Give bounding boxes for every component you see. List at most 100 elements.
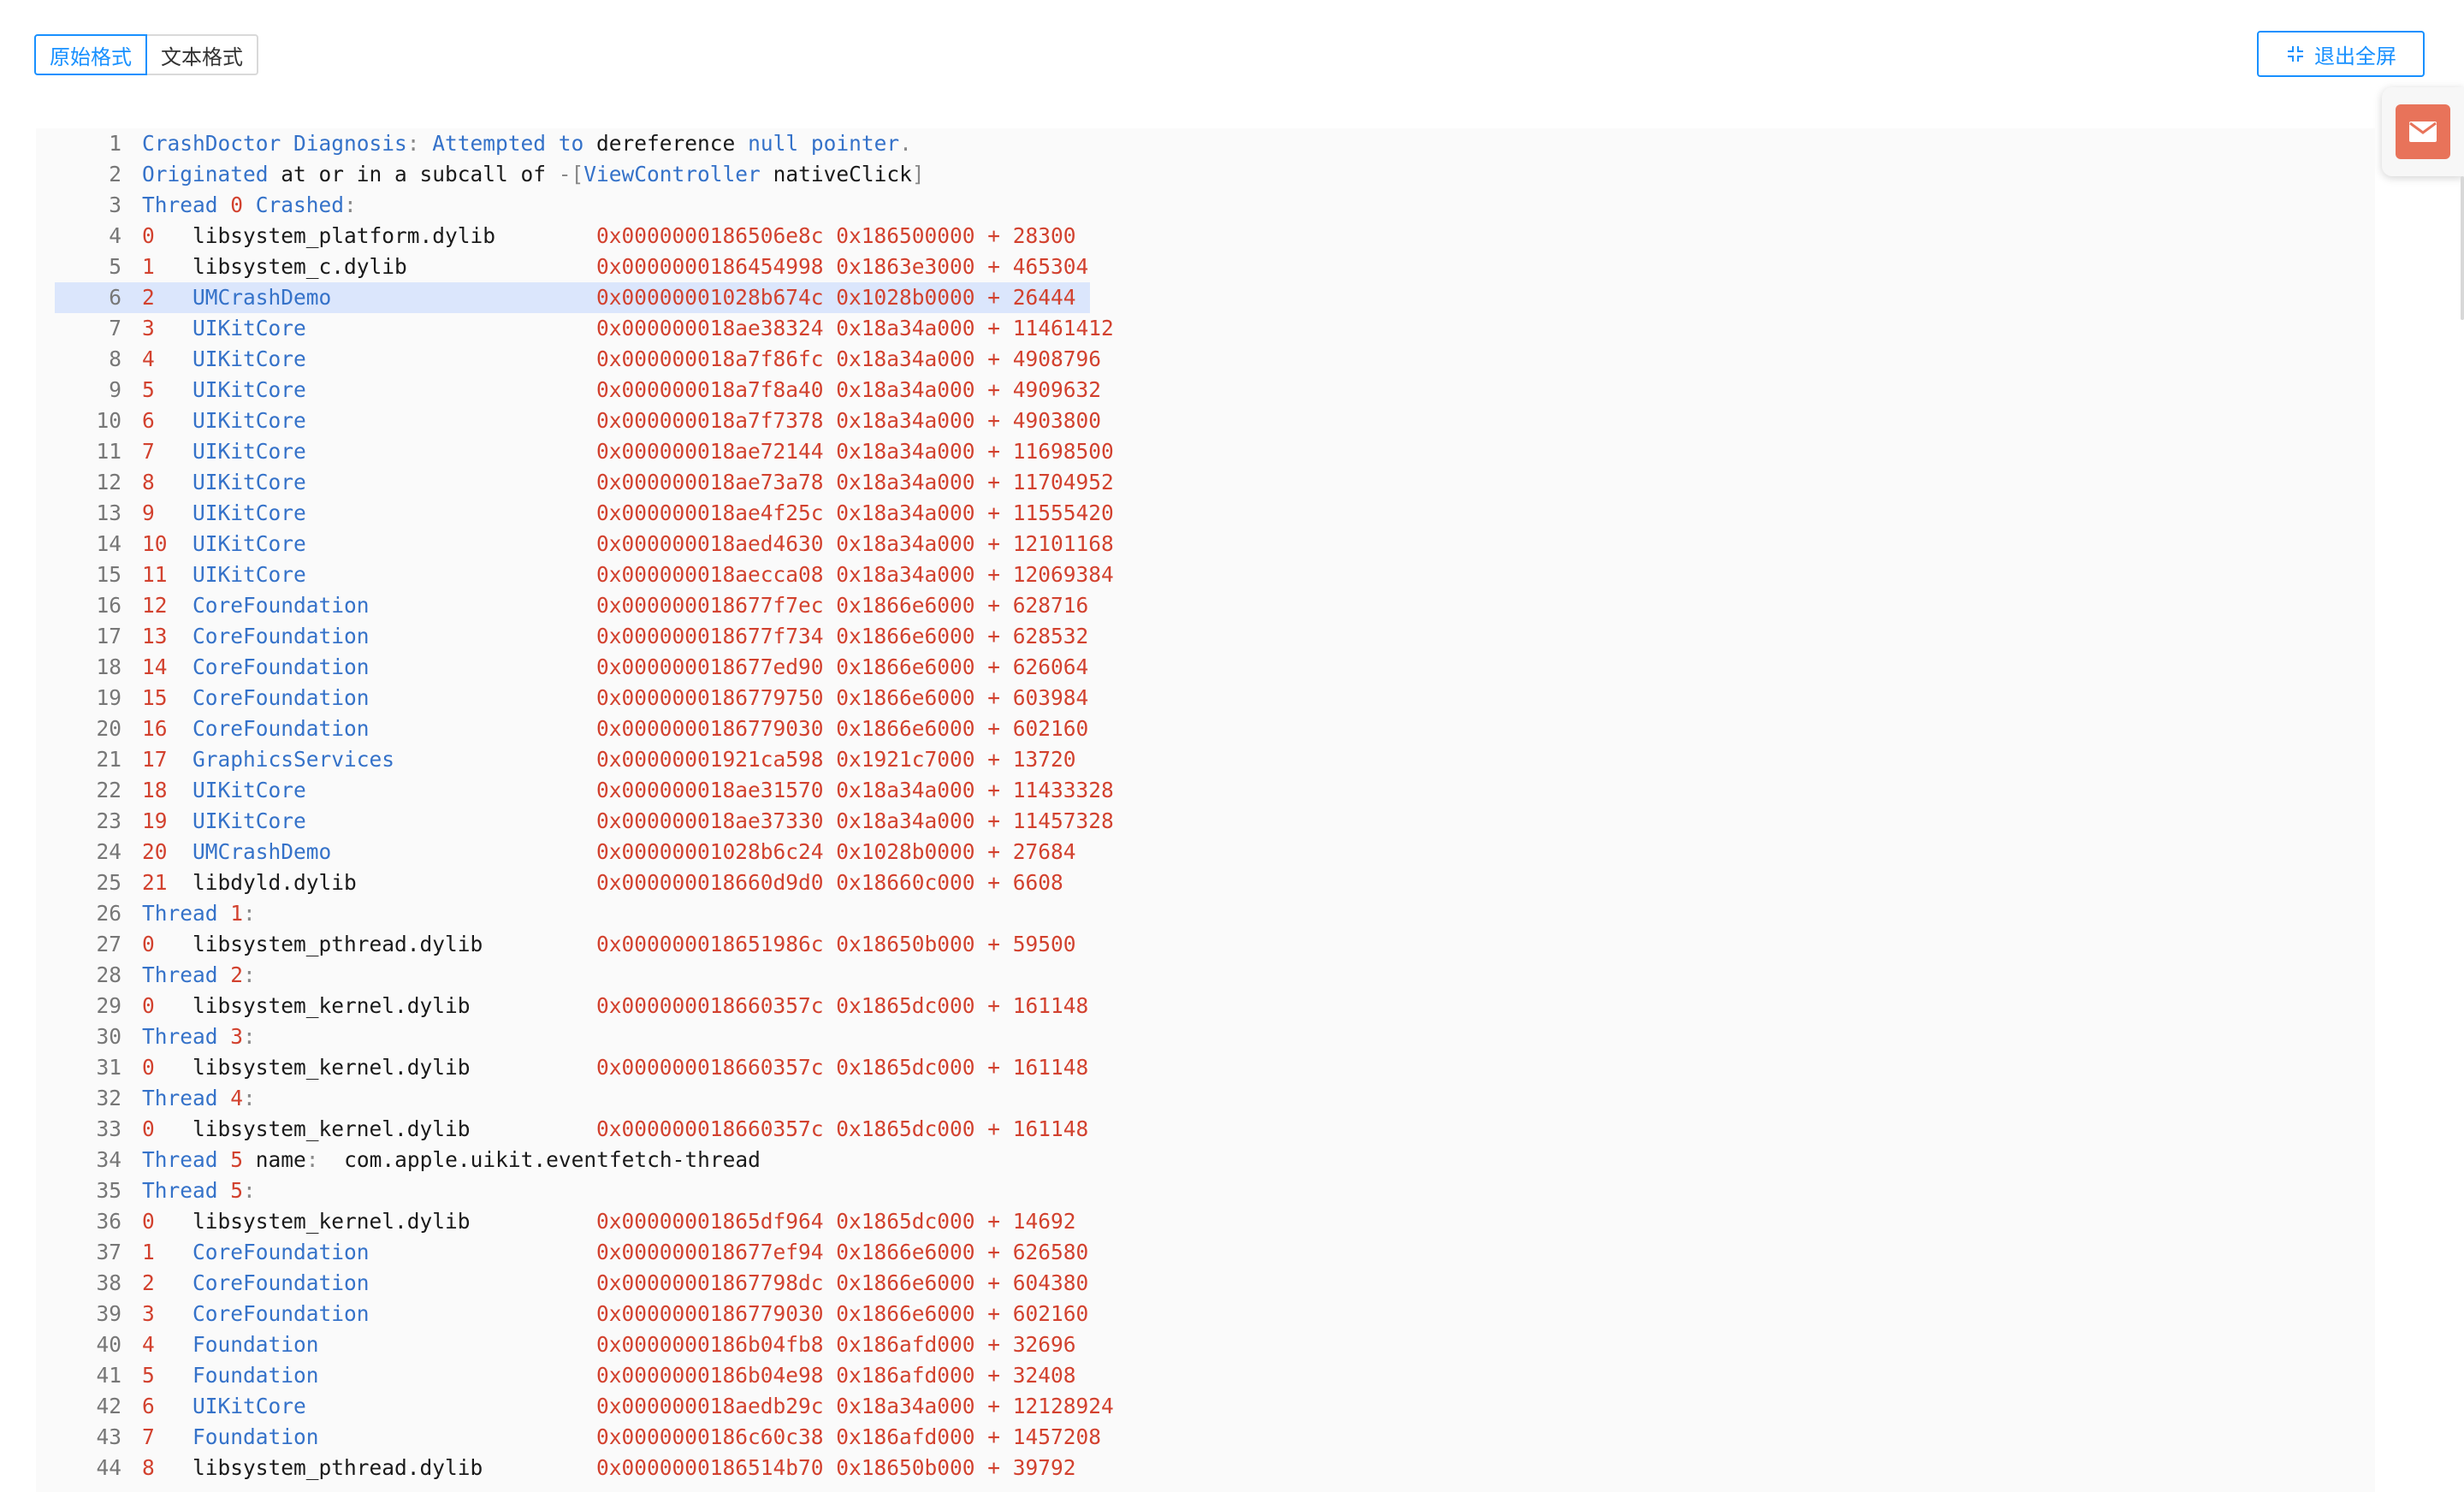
code-line: 14 10 UIKitCore 0x000000018aed4630 0x18a3… (36, 529, 2375, 560)
code-line: 43 7 Foundation 0x0000000186c60c38 0x186a… (36, 1422, 2375, 1453)
line-number: 15 (96, 562, 121, 587)
line-content: 0 libsystem_kernel.dylib 0x00000001865df… (142, 1209, 1076, 1234)
code-token: Thread (142, 1086, 231, 1110)
code-line: 23 19 UIKitCore 0x000000018ae37330 0x18a3… (36, 806, 2375, 837)
exit-fullscreen-button[interactable]: 退出全屏 (2257, 31, 2425, 77)
code-line: 35 Thread 5: (36, 1175, 2375, 1206)
line-number: 20 (96, 716, 121, 741)
code-line: 44 8 libsystem_pthread.dylib 0x0000000186… (36, 1453, 2375, 1483)
code-token: null pointer (748, 131, 900, 156)
code-token: 0x000000018660d9d0 0x18660c000 + 6608 (596, 870, 1063, 895)
code-token: CoreFoundation (192, 685, 597, 710)
code-token: 11 (142, 562, 193, 587)
code-line-highlighted: 62 UMCrashDemo 0x00000001028b674c 0x1028… (55, 282, 1090, 313)
line-content: Originated at or in a subcall of -[ViewC… (142, 162, 925, 186)
line-number: 42 (96, 1394, 121, 1418)
code-token: : (305, 1147, 345, 1172)
code-token: 4 (142, 346, 193, 371)
line-number: 43 (96, 1424, 121, 1449)
code-token: 0 (142, 1209, 193, 1234)
code-lines: 1 CrashDoctor Diagnosis: Attempted to der… (36, 128, 2375, 1483)
code-token: libsystem_kernel.dylib (192, 1055, 597, 1080)
code-line: 1 CrashDoctor Diagnosis: Attempted to der… (36, 128, 2375, 159)
code-token: 0 (142, 223, 193, 248)
code-token: 0x0000000186779030 0x1866e6000 + 602160 (596, 716, 1089, 741)
line-number: 14 (96, 531, 121, 556)
line-number: 13 (96, 500, 121, 525)
code-token: 0x0000000186506e8c 0x186500000 + 28300 (596, 223, 1076, 248)
line-number: 40 (96, 1332, 121, 1357)
code-token: Attempted to (432, 131, 597, 156)
line-number: 30 (96, 1024, 121, 1049)
line-number: 11 (96, 439, 121, 464)
line-content: CrashDoctor Diagnosis: Attempted to dere… (142, 131, 912, 156)
line-number: 34 (96, 1147, 121, 1172)
code-token: Foundation (192, 1424, 597, 1449)
code-line: 42 6 UIKitCore 0x000000018aedb29c 0x18a34… (36, 1391, 2375, 1422)
scrollbar-thumb[interactable] (2461, 176, 2464, 320)
line-number: 12 (96, 470, 121, 494)
code-token: CoreFoundation (192, 654, 597, 679)
code-token: 19 (142, 808, 193, 833)
raw-format-button[interactable]: 原始格式 (34, 34, 147, 75)
line-number: 23 (96, 808, 121, 833)
line-number: 36 (96, 1209, 121, 1234)
line-number: 9 (109, 377, 121, 402)
line-content: 8 UIKitCore 0x000000018ae73a78 0x18a34a0… (142, 470, 1114, 494)
code-token: 5 (142, 377, 193, 402)
code-line: 17 13 CoreFoundation 0x000000018677f734 0… (36, 621, 2375, 652)
line-content: 1 CoreFoundation 0x000000018677ef94 0x18… (142, 1240, 1088, 1264)
code-token: 5 (230, 1178, 244, 1203)
line-content: Thread 4: (142, 1086, 256, 1110)
code-line: 25 21 libdyld.dylib 0x000000018660d9d0 0x… (36, 867, 2375, 898)
code-token: 0 (230, 192, 256, 217)
code-token: 2 (230, 962, 244, 987)
code-token: 0x000000018ae31570 0x18a34a000 + 1143332… (596, 778, 1114, 802)
crash-log-viewer: 1 CrashDoctor Diagnosis: Attempted to der… (36, 128, 2375, 1492)
code-line: 95 UIKitCore 0x000000018a7f8a40 0x18a34a… (36, 375, 2375, 406)
code-token: Thread (142, 1178, 231, 1203)
code-line: 41 5 Foundation 0x0000000186b04e98 0x186a… (36, 1360, 2375, 1391)
code-line: 40 4 Foundation 0x0000000186b04fb8 0x186a… (36, 1329, 2375, 1360)
code-line: 12 8 UIKitCore 0x000000018ae73a78 0x18a34… (36, 467, 2375, 498)
code-token: 0x00000001867798dc 0x1866e6000 + 604380 (596, 1270, 1089, 1295)
text-format-button[interactable]: 文本格式 (147, 34, 258, 75)
code-token: Thread (142, 1147, 231, 1172)
code-token: CrashDoctor Diagnosis (142, 131, 407, 156)
line-number: 31 (96, 1055, 121, 1080)
code-token: 3 (142, 316, 193, 340)
code-token: UIKitCore (192, 778, 597, 802)
code-line: 2 Originated at or in a subcall of -[View… (36, 159, 2375, 190)
code-line: 26 Thread 1: (36, 898, 2375, 929)
mail-button[interactable] (2396, 104, 2450, 159)
line-number: 37 (96, 1240, 121, 1264)
code-line: 39 3 CoreFoundation 0x0000000186779030 0x… (36, 1299, 2375, 1329)
code-line: 31 0 libsystem_kernel.dylib 0x00000001866… (36, 1052, 2375, 1083)
code-token: 0x000000018677ed90 0x1866e6000 + 626064 (596, 654, 1089, 679)
code-token: ViewController (583, 162, 773, 186)
code-line: 3 Thread 0 Crashed: (36, 190, 2375, 221)
code-token: 0x00000001865df964 0x1865dc000 + 14692 (596, 1209, 1076, 1234)
code-token: 0x000000018a7f86fc 0x18a34a000 + 4908796 (596, 346, 1102, 371)
line-content: 1 libsystem_c.dylib 0x0000000186454998 0… (142, 254, 1088, 279)
line-content: 0 libsystem_kernel.dylib 0x0000000186603… (142, 1116, 1088, 1141)
line-content: 3 CoreFoundation 0x0000000186779030 0x18… (142, 1301, 1088, 1326)
code-token: 6 (142, 1394, 193, 1418)
code-line: 73 UIKitCore 0x000000018ae38324 0x18a34a… (36, 313, 2375, 344)
code-token: UIKitCore (192, 500, 597, 525)
line-content: 12 CoreFoundation 0x000000018677f7ec 0x1… (142, 593, 1088, 618)
code-token: libsystem_pthread.dylib (192, 932, 597, 956)
line-content: 13 CoreFoundation 0x000000018677f734 0x1… (142, 624, 1088, 648)
code-token: UIKitCore (192, 316, 597, 340)
code-token: UIKitCore (192, 1394, 597, 1418)
line-content: 3 UIKitCore 0x000000018ae38324 0x18a34a0… (142, 316, 1114, 340)
code-token: 12 (142, 593, 193, 618)
code-line: 19 15 CoreFoundation 0x0000000186779750 0… (36, 683, 2375, 713)
line-content: 17 GraphicsServices 0x00000001921ca598 0… (142, 747, 1076, 772)
code-token: UIKitCore (192, 470, 597, 494)
line-number: 10 (96, 408, 121, 433)
code-token: 6 (142, 408, 193, 433)
code-token: 7 (142, 439, 193, 464)
line-content: 14 CoreFoundation 0x000000018677ed90 0x1… (142, 654, 1088, 679)
code-token: 5 (142, 1363, 193, 1388)
